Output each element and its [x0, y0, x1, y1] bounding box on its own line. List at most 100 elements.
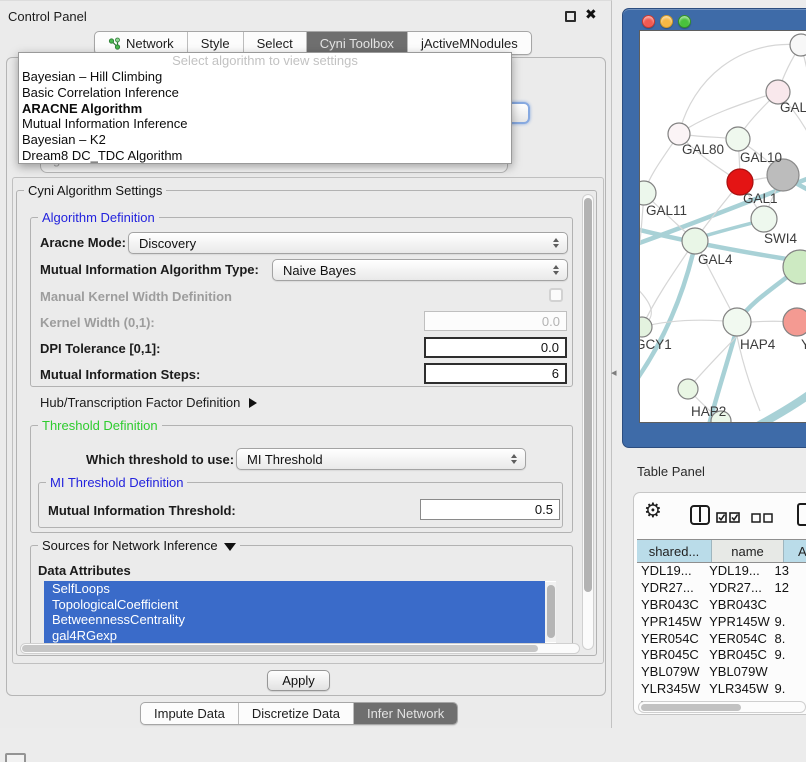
- table-cell: YPR145W: [637, 614, 705, 631]
- table-cell: YDL19...: [705, 563, 770, 580]
- network-canvas[interactable]: GALGAL80GAL10GAL1GAL11SWI4GAL4GCY1HAP4YH…: [639, 30, 806, 423]
- table-cell: YBR045C: [705, 647, 770, 664]
- tab-label: Style: [201, 36, 230, 51]
- network-node-label-y: Y: [801, 337, 806, 352]
- network-node-gal10[interactable]: [726, 127, 750, 151]
- table-header-row: shared...nameA: [637, 539, 806, 563]
- network-edge: [642, 241, 695, 327]
- tab-jactivemnodules[interactable]: jActiveMNodules: [408, 32, 531, 54]
- table-row[interactable]: YDL19...YDL19...13: [637, 563, 806, 580]
- deselect-all-checkboxes-icon[interactable]: [751, 511, 777, 524]
- window-zoom-traffic-light[interactable]: [678, 15, 691, 28]
- network-node-swi4[interactable]: [751, 206, 777, 232]
- control-panel-window: Control Panel ✖ NetworkStyleSelectCyni T…: [0, 0, 612, 728]
- table-cell: YBR045C: [637, 647, 705, 664]
- bottom-left-partial-icon[interactable]: [5, 753, 26, 762]
- network-node-hap2[interactable]: [678, 379, 698, 399]
- sources-legend[interactable]: Sources for Network Inference: [38, 538, 240, 553]
- attributes-scroll-thumb[interactable]: [547, 585, 555, 638]
- select-all-checkboxes-icon[interactable]: [716, 511, 742, 524]
- algorithm-definition-legend: Algorithm Definition: [38, 210, 159, 225]
- aracne-mode-combo[interactable]: Discovery: [128, 232, 568, 254]
- table-row[interactable]: YBR045CYBR045C9.: [637, 647, 806, 664]
- table-cell: YBL079W: [705, 664, 770, 681]
- dpi-tolerance-field[interactable]: 0.0: [424, 337, 567, 358]
- algorithm-option-mutual-information-inference[interactable]: Mutual Information Inference: [19, 116, 511, 132]
- which-threshold-label: Which threshold to use:: [86, 452, 234, 467]
- cyni-tab-discretize-data[interactable]: Discretize Data: [239, 703, 354, 724]
- network-node-label-hap2: HAP2: [691, 404, 726, 419]
- window-close-traffic-light[interactable]: [642, 15, 655, 28]
- table-cell: [771, 597, 806, 614]
- kernel-width-field[interactable]: 0.0: [424, 311, 567, 331]
- popup-item-list: Bayesian – Hill ClimbingBasic Correlatio…: [19, 69, 511, 164]
- window-minimize-traffic-light[interactable]: [660, 15, 673, 28]
- tab-cyni-toolbox[interactable]: Cyni Toolbox: [307, 32, 408, 54]
- float-window-icon[interactable]: [565, 11, 576, 22]
- apply-button[interactable]: Apply: [267, 670, 330, 691]
- attribute-item-betweennesscentrality[interactable]: BetweennessCentrality: [44, 612, 545, 628]
- algorithm-option-dream8-dc-tdc-algorithm[interactable]: Dream8 DC_TDC Algorithm: [19, 148, 511, 164]
- table-column-header-shared[interactable]: shared...: [637, 540, 712, 562]
- settings-vscrollbar-thumb[interactable]: [584, 198, 592, 592]
- panel-collapse-arrow[interactable]: ◂: [611, 366, 617, 379]
- mi-threshold-field[interactable]: 0.5: [420, 499, 560, 520]
- network-node-gcy1[interactable]: [640, 317, 652, 337]
- table-cell: YER054C: [637, 631, 705, 648]
- mi-type-combo[interactable]: Naive Bayes: [272, 259, 568, 281]
- algorithm-option-basic-correlation-inference[interactable]: Basic Correlation Inference: [19, 85, 511, 101]
- network-node-hap4[interactable]: [723, 308, 751, 336]
- table-hscrollbar-thumb[interactable]: [641, 704, 741, 711]
- attribute-item-selfloops[interactable]: SelfLoops: [44, 581, 545, 597]
- settings-hscrollbar-thumb[interactable]: [22, 645, 538, 652]
- table-panel-body: ⚙ shared...nameA YDL19...YDL19...13YDR27…: [633, 492, 806, 715]
- network-node-unlabeled-salmon[interactable]: [783, 308, 806, 336]
- new-table-icon[interactable]: [797, 503, 806, 526]
- table-cell: YDL19...: [637, 563, 705, 580]
- dpi-tolerance-value: 0.0: [541, 340, 559, 355]
- kernel-width-label: Kernel Width (0,1):: [40, 315, 155, 330]
- tab-style[interactable]: Style: [188, 32, 244, 54]
- table-row[interactable]: YLR345WYLR345W9.: [637, 681, 806, 698]
- network-node-gal4[interactable]: [682, 228, 708, 254]
- table-column-header-name[interactable]: name: [712, 540, 784, 562]
- algorithm-option-bayesian-k2[interactable]: Bayesian – K2: [19, 132, 511, 148]
- data-attributes-list[interactable]: SelfLoopsTopologicalCoefficientBetweenne…: [44, 581, 556, 643]
- combo-stepper-icon: [511, 454, 517, 464]
- table-hscrollbar[interactable]: [638, 701, 806, 713]
- tab-network[interactable]: Network: [95, 32, 188, 54]
- network-view-window: GALGAL80GAL10GAL1GAL11SWI4GAL4GCY1HAP4YH…: [622, 8, 806, 448]
- attribute-item-gal4rgexp[interactable]: gal4RGexp: [44, 628, 545, 644]
- dpi-tolerance-label: DPI Tolerance [0,1]:: [40, 341, 160, 356]
- table-cell: 9.: [771, 614, 806, 631]
- table-cell: YDR27...: [705, 580, 770, 597]
- table-row[interactable]: YBR043CYBR043C: [637, 597, 806, 614]
- network-node-label-gal11: GAL11: [646, 203, 687, 218]
- table-row[interactable]: YBL079WYBL079W: [637, 664, 806, 681]
- algorithm-option-bayesian-hill-climbing[interactable]: Bayesian – Hill Climbing: [19, 69, 511, 85]
- manual-kernel-checkbox[interactable]: [549, 288, 563, 302]
- which-threshold-combo[interactable]: MI Threshold: [236, 448, 526, 470]
- table-row[interactable]: YDR27...YDR27...12: [637, 580, 806, 597]
- mi-threshold-value: 0.5: [535, 502, 553, 517]
- table-cell: YPR145W: [705, 614, 770, 631]
- tab-label: jActiveMNodules: [421, 36, 518, 51]
- aracne-mode-value: Discovery: [139, 236, 196, 251]
- attribute-item-topologicalcoefficient[interactable]: TopologicalCoefficient: [44, 597, 545, 613]
- mi-steps-field[interactable]: 6: [424, 363, 567, 384]
- tab-select[interactable]: Select: [244, 32, 307, 54]
- cyni-tab-impute-data[interactable]: Impute Data: [141, 703, 239, 724]
- cyni-tab-infer-network[interactable]: Infer Network: [354, 703, 457, 724]
- column-layout-icon[interactable]: [690, 505, 710, 525]
- mi-threshold-label: Mutual Information Threshold:: [48, 503, 236, 518]
- close-window-icon[interactable]: ✖: [585, 6, 597, 23]
- network-node-unlabeled-top[interactable]: [790, 34, 806, 56]
- hub-definition-toggle[interactable]: Hub/Transcription Factor Definition: [40, 395, 257, 410]
- network-node-gal11[interactable]: [640, 181, 656, 205]
- gear-icon[interactable]: ⚙: [644, 501, 662, 521]
- table-row[interactable]: YPR145WYPR145W9.: [637, 614, 806, 631]
- combo-stepper-icon: [553, 265, 559, 275]
- table-row[interactable]: YER054CYER054C8.: [637, 631, 806, 648]
- algorithm-option-aracne-algorithm[interactable]: ARACNE Algorithm: [19, 101, 511, 117]
- table-column-header-a[interactable]: A: [784, 540, 806, 562]
